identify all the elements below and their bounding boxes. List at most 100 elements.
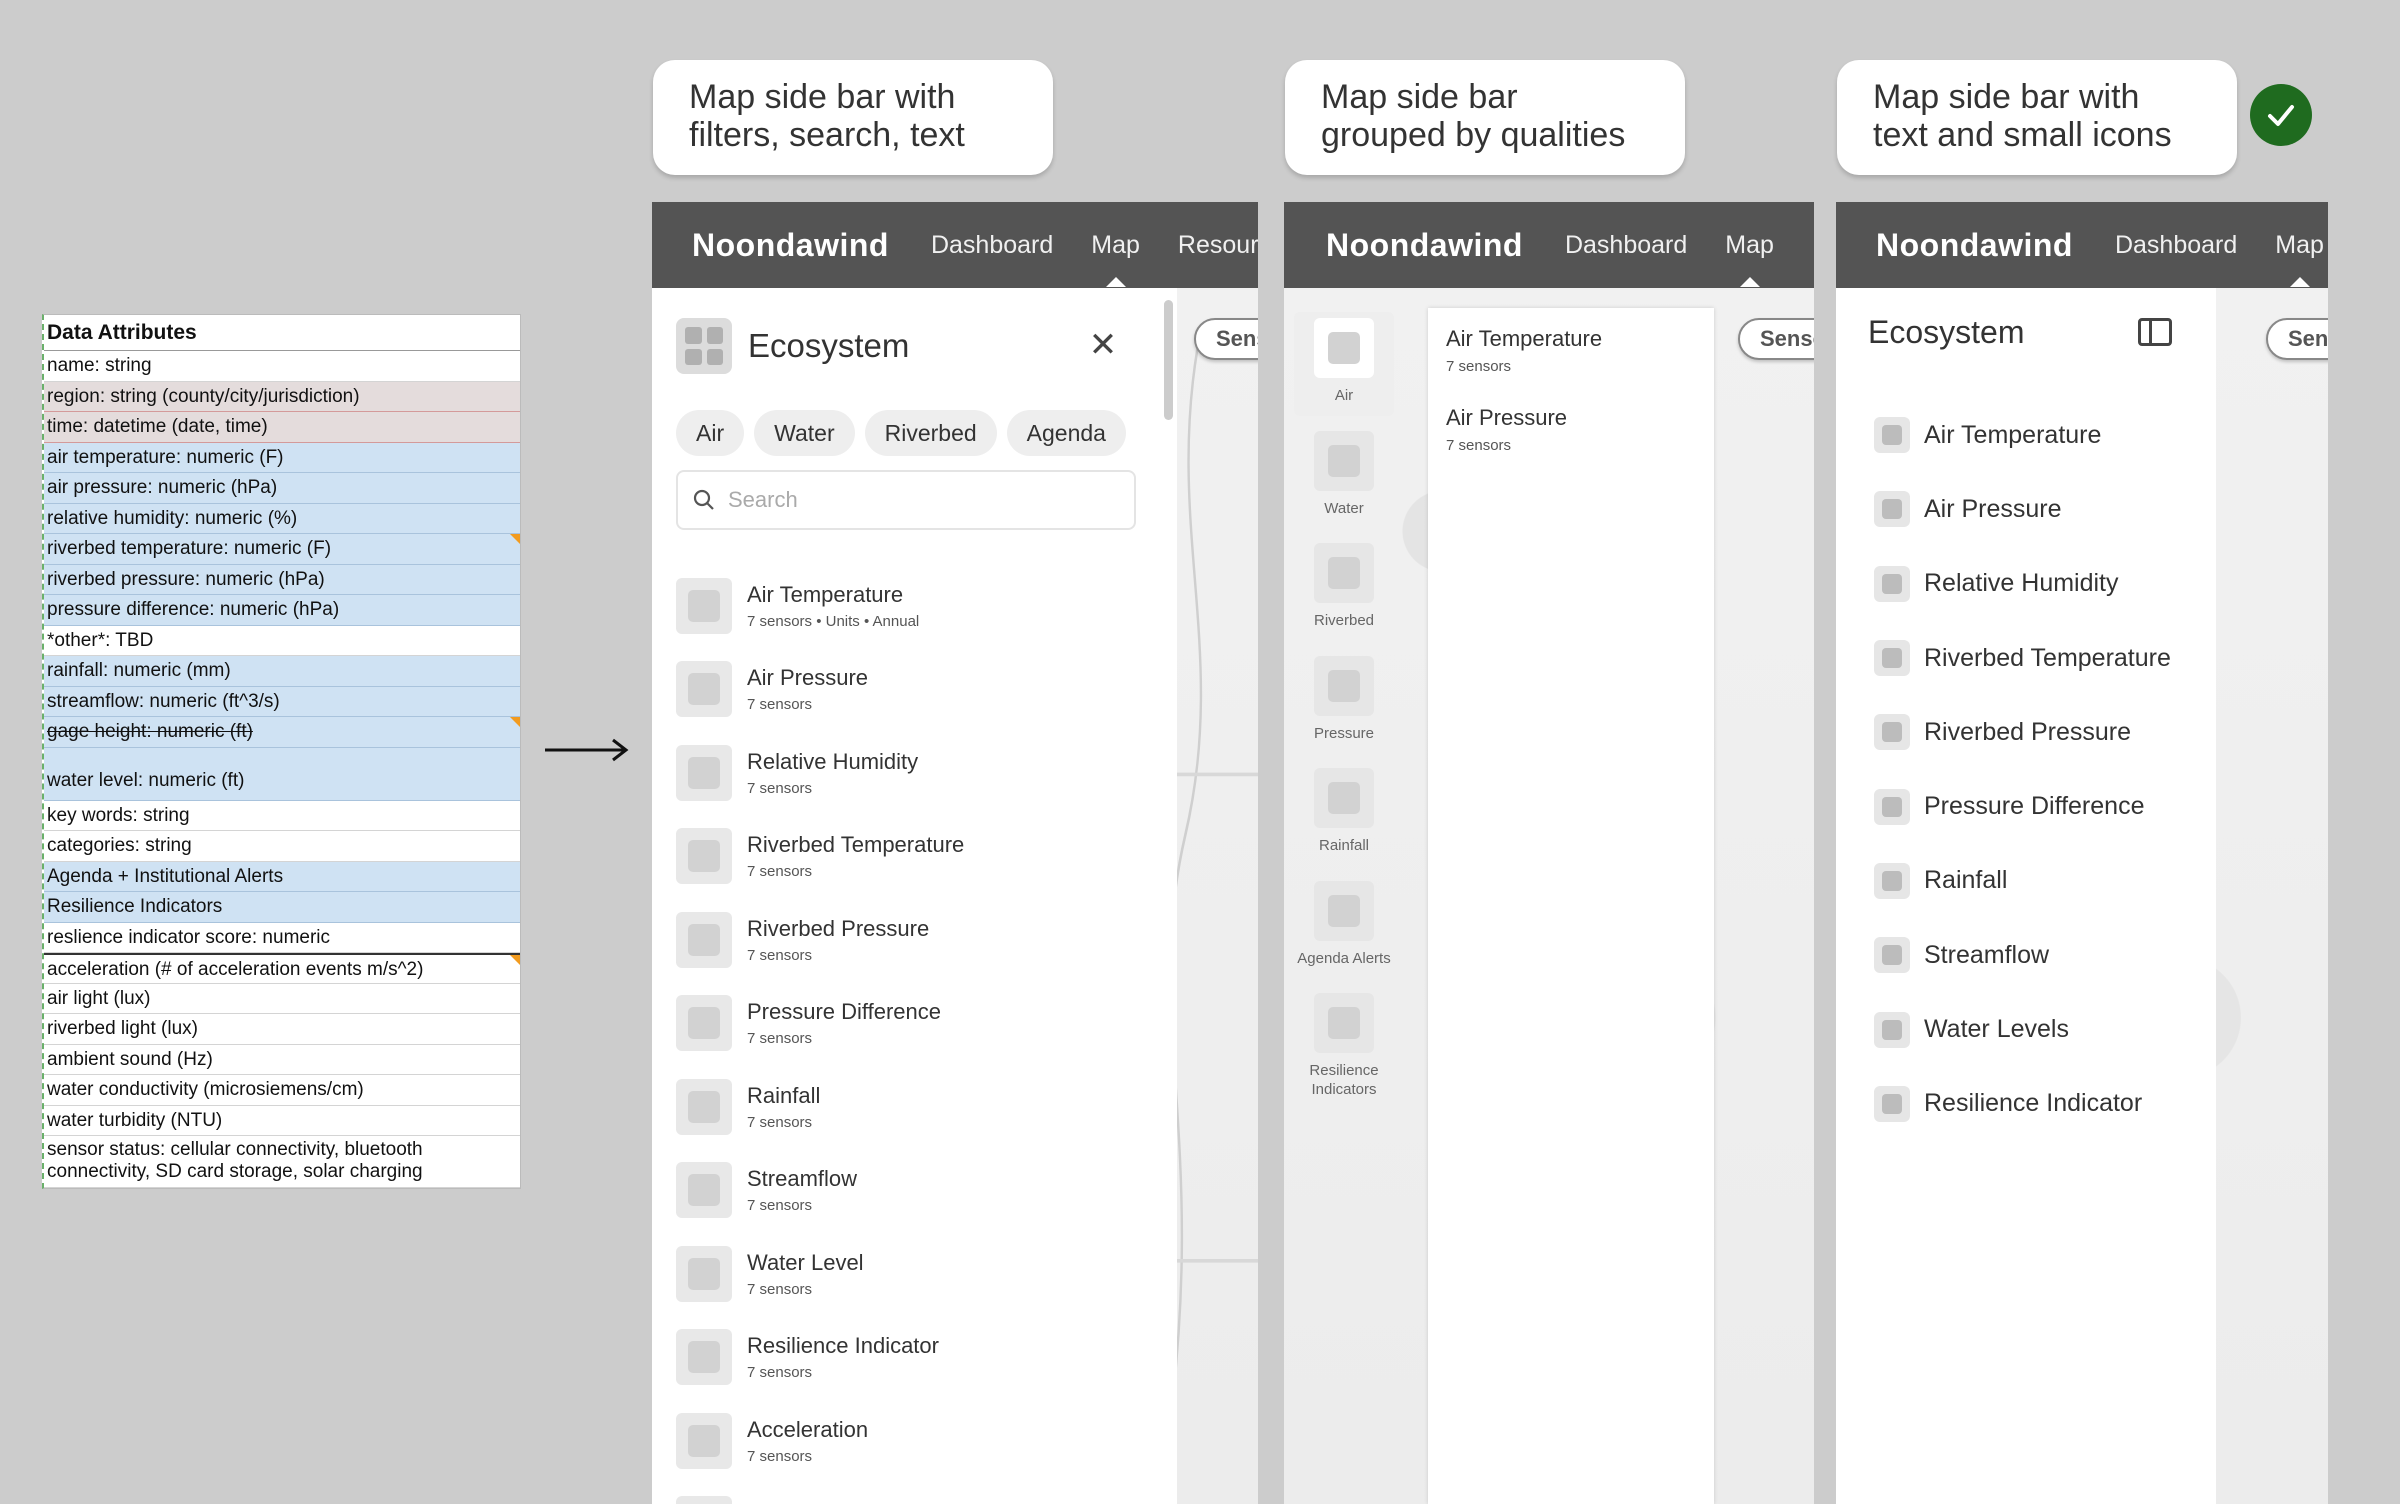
item-meta: 7 sensors xyxy=(747,863,813,881)
list-item[interactable]: Riverbed Pressure xyxy=(1874,695,2171,769)
close-icon[interactable]: ✕ xyxy=(1080,322,1126,368)
list-item[interactable]: Air Temperature 7 sensors xyxy=(1446,326,1696,375)
list-item[interactable]: Acceleration 7 sensors xyxy=(676,1399,964,1483)
rail-item[interactable]: Water xyxy=(1294,425,1394,538)
list-item[interactable]: Riverbed Pressure 7 sensors xyxy=(676,898,964,982)
sheet-row: pressure difference: numeric (hPa) xyxy=(44,595,520,626)
sensors-button[interactable]: Sensors xyxy=(1738,318,1814,360)
sheet-row: relative humidity: numeric (%) xyxy=(44,503,520,534)
item-name: Rainfall xyxy=(747,1082,821,1108)
list-item[interactable]: Resilience Indicator xyxy=(1874,1067,2171,1141)
nav-map[interactable]: Map xyxy=(2275,231,2324,260)
sheet-cell: air temperature: numeric (F) xyxy=(47,446,284,468)
nav-dashboard[interactable]: Dashboard xyxy=(1565,231,1687,260)
sidebar-toggle-icon[interactable] xyxy=(2138,318,2172,346)
list-item[interactable]: Riverbed Temperature 7 sensors xyxy=(676,815,964,899)
item-meta: 7 sensors xyxy=(747,946,813,964)
list-item[interactable]: Water Level 7 sensors xyxy=(676,1232,964,1316)
sheet-row: riverbed pressure: numeric (hPa) xyxy=(44,564,520,595)
filter-chip-agenda[interactable]: Agenda xyxy=(1006,410,1126,456)
category-icon xyxy=(1314,993,1374,1053)
nav-dashboard[interactable]: Dashboard xyxy=(2115,231,2237,260)
sheet-row: water turbidity (NTU) xyxy=(44,1106,520,1136)
sheet-row: streamflow: numeric (ft^3/s) xyxy=(44,686,520,717)
checkbox[interactable] xyxy=(1874,1085,1910,1122)
rail-item[interactable]: Resilience Indicators xyxy=(1294,987,1394,1100)
rail-item[interactable]: Air xyxy=(1294,312,1394,416)
item-name: Air Temperature xyxy=(1446,326,1603,351)
item-meta: 7 sensors xyxy=(747,1113,813,1131)
list-item[interactable]: Rainfall xyxy=(1874,844,2171,918)
rail-item[interactable]: Agenda Alerts xyxy=(1294,875,1394,988)
sidebar-panel: Ecosystem ✕ Air Water Riverbed Agenda Se… xyxy=(652,288,1177,1504)
list-item[interactable]: Pressure Difference xyxy=(1874,769,2171,843)
comment-flag-icon xyxy=(510,717,520,727)
rail-item[interactable]: Riverbed xyxy=(1294,537,1394,650)
rail-label: Resilience Indicators xyxy=(1309,1062,1379,1098)
rail-item[interactable]: Pressure xyxy=(1294,650,1394,763)
sheet-cell: Resilience Indicators xyxy=(47,896,223,917)
item-name: Riverbed Pressure xyxy=(1924,717,2132,746)
checkbox[interactable] xyxy=(1874,937,1910,974)
checkbox[interactable] xyxy=(1874,417,1910,454)
sheet-row: Resilience Indicators xyxy=(44,892,520,923)
brand-logo[interactable]: Noondawind xyxy=(1876,227,2073,264)
sheet-row: riverbed light (lux) xyxy=(44,1014,520,1045)
item-name: Resilience Indicator xyxy=(1924,1089,2143,1118)
nav-map[interactable]: Map xyxy=(1091,231,1140,260)
rail-item[interactable]: Rainfall xyxy=(1294,762,1394,875)
list-item[interactable]: Air Pressure xyxy=(1874,472,2171,546)
nav-resources[interactable]: Resources xyxy=(1178,231,1258,260)
attribute-icon xyxy=(676,1245,732,1302)
item-name: Rainfall xyxy=(1924,866,2008,895)
list-item[interactable]: Relative Humidity xyxy=(1874,547,2171,621)
sheet-row: water level: numeric (ft) xyxy=(44,747,520,801)
item-name: Air Pressure xyxy=(747,665,869,691)
list-item[interactable]: Relative Humidity 7 sensors xyxy=(676,731,964,815)
sheet-cell: reslience indicator score: numeric xyxy=(47,926,331,948)
sheet-cell: Agenda + Institutional Alerts xyxy=(47,865,284,887)
data-attributes-sheet: Data Attributes name: string region: stri… xyxy=(42,314,521,1189)
sensors-button[interactable]: Sensors xyxy=(1194,318,1258,360)
brand-logo[interactable]: Noondawind xyxy=(1326,227,1523,264)
attribute-icon xyxy=(676,744,732,801)
filter-chip-air[interactable]: Air xyxy=(676,410,745,456)
checkbox[interactable] xyxy=(1874,640,1910,677)
search-input[interactable]: Search xyxy=(676,470,1136,530)
list-item[interactable]: Air Pressure 7 sensors xyxy=(676,648,964,732)
checkbox[interactable] xyxy=(1874,714,1910,751)
sensors-button[interactable]: Sensors xyxy=(2266,318,2328,360)
filter-chip-riverbed[interactable]: Riverbed xyxy=(864,410,997,456)
list-item[interactable]: Pressure Difference 7 sensors xyxy=(676,982,964,1066)
list-item[interactable]: Rainfall 7 sensors xyxy=(676,1065,964,1149)
item-meta: 7 sensors xyxy=(747,1364,813,1382)
callout-filters-search: Map side bar with filters, search, text xyxy=(653,60,1053,175)
item-meta: 7 sensors xyxy=(1446,437,1512,454)
attribute-icon xyxy=(676,828,732,885)
checkbox[interactable] xyxy=(1874,491,1910,528)
attribute-icon xyxy=(676,1162,732,1219)
list-item[interactable]: Streamflow 7 sensors xyxy=(676,1149,964,1233)
top-nav-bar: Noondawind Dashboard Map Resources xyxy=(652,202,1258,288)
filter-chip-water[interactable]: Water xyxy=(754,410,855,456)
list-item[interactable]: Air Temperature xyxy=(1874,398,2171,472)
list-item[interactable]: Streamflow xyxy=(1874,918,2171,992)
scrollbar[interactable] xyxy=(1164,300,1173,420)
list-item[interactable]: Resilience Indicator 7 sensors xyxy=(676,1316,964,1400)
list-item[interactable]: Air Light xyxy=(676,1483,964,1504)
checkbox[interactable] xyxy=(1874,788,1910,825)
list-item[interactable]: Air Temperature 7 sensors • Units • Annua… xyxy=(676,564,964,648)
checkbox[interactable] xyxy=(1874,862,1910,899)
sheet-cell: rainfall: numeric (mm) xyxy=(47,660,231,681)
brand-logo[interactable]: Noondawind xyxy=(692,227,889,264)
list-item[interactable]: Riverbed Temperature xyxy=(1874,621,2171,695)
sheet-cell: gage height: numeric (ft) xyxy=(47,721,253,742)
nav-map[interactable]: Map xyxy=(1725,231,1774,260)
sheet-row: air temperature: numeric (F) xyxy=(44,442,520,473)
checkbox[interactable] xyxy=(1874,565,1910,602)
list-item[interactable]: Water Levels xyxy=(1874,992,2171,1066)
item-name: Streamflow xyxy=(747,1166,858,1192)
nav-dashboard[interactable]: Dashboard xyxy=(931,231,1053,260)
list-item[interactable]: Air Pressure 7 sensors xyxy=(1446,405,1696,454)
checkbox[interactable] xyxy=(1874,1011,1910,1048)
